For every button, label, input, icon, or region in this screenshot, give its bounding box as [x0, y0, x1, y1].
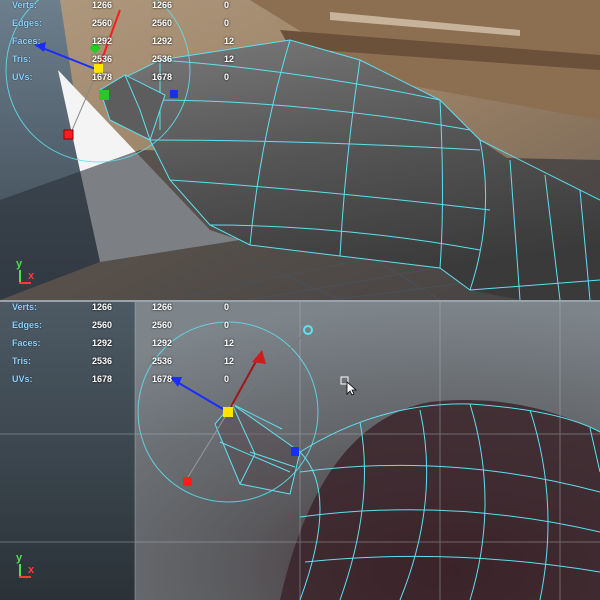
- viewport-top[interactable]: Verts: 1266 1266 0 Edges: 2560 2560 0 Fa…: [0, 0, 600, 300]
- scene-bottom[interactable]: [0, 302, 600, 600]
- z-axis-handle[interactable]: [170, 90, 178, 98]
- x-axis-arm: [19, 282, 31, 284]
- axis-label-y: y: [16, 258, 23, 270]
- x-axis-arm: [19, 576, 31, 578]
- manipulator-center[interactable]: [223, 407, 233, 417]
- x-axis-handle[interactable]: [63, 129, 74, 140]
- scene-top[interactable]: [0, 0, 600, 300]
- viewport-bottom[interactable]: Verts: 1266 1266 0 Edges: 2560 2560 0 Fa…: [0, 302, 600, 600]
- manipulator-center[interactable]: [94, 64, 103, 73]
- mouse-cursor-icon: [340, 376, 358, 396]
- axis-label-x: x: [28, 564, 35, 576]
- view-axis-indicator: y x: [14, 552, 44, 582]
- z-axis-handle[interactable]: [291, 447, 299, 456]
- y-axis-handle-2[interactable]: [99, 90, 109, 100]
- axis-label-x: x: [28, 270, 35, 282]
- axis-label-y: y: [16, 552, 23, 564]
- x-axis-handle[interactable]: [183, 477, 192, 486]
- view-axis-indicator: y x: [14, 258, 44, 288]
